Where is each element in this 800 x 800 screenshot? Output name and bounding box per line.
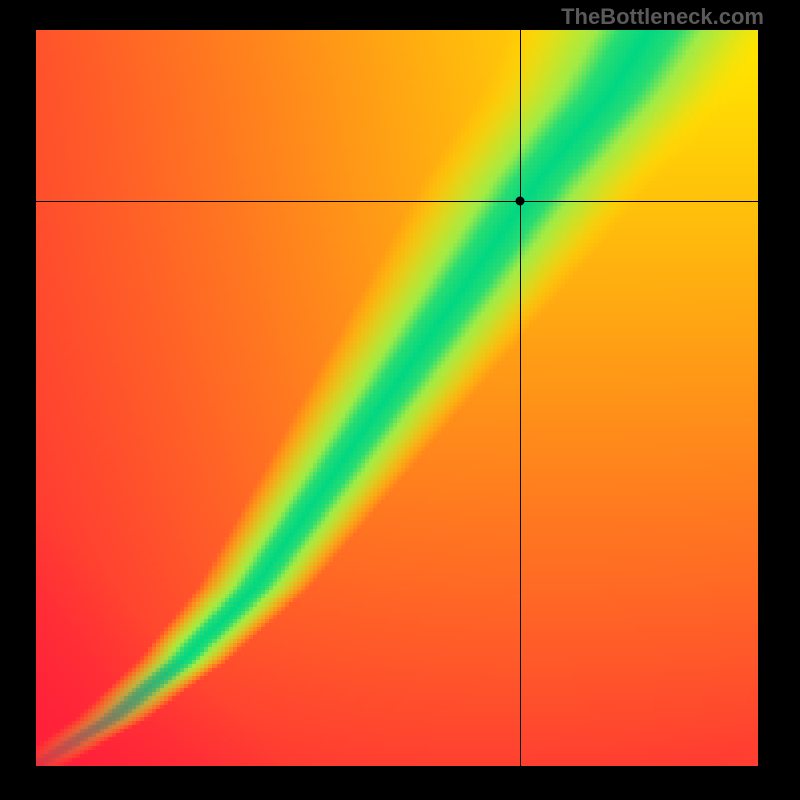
watermark-text: TheBottleneck.com <box>561 4 764 30</box>
chart-container: TheBottleneck.com <box>0 0 800 800</box>
crosshair-vertical <box>520 30 521 766</box>
marker-dot <box>515 197 524 206</box>
crosshair-horizontal <box>36 201 758 202</box>
heatmap-canvas <box>36 30 758 766</box>
plot-area <box>36 30 758 766</box>
